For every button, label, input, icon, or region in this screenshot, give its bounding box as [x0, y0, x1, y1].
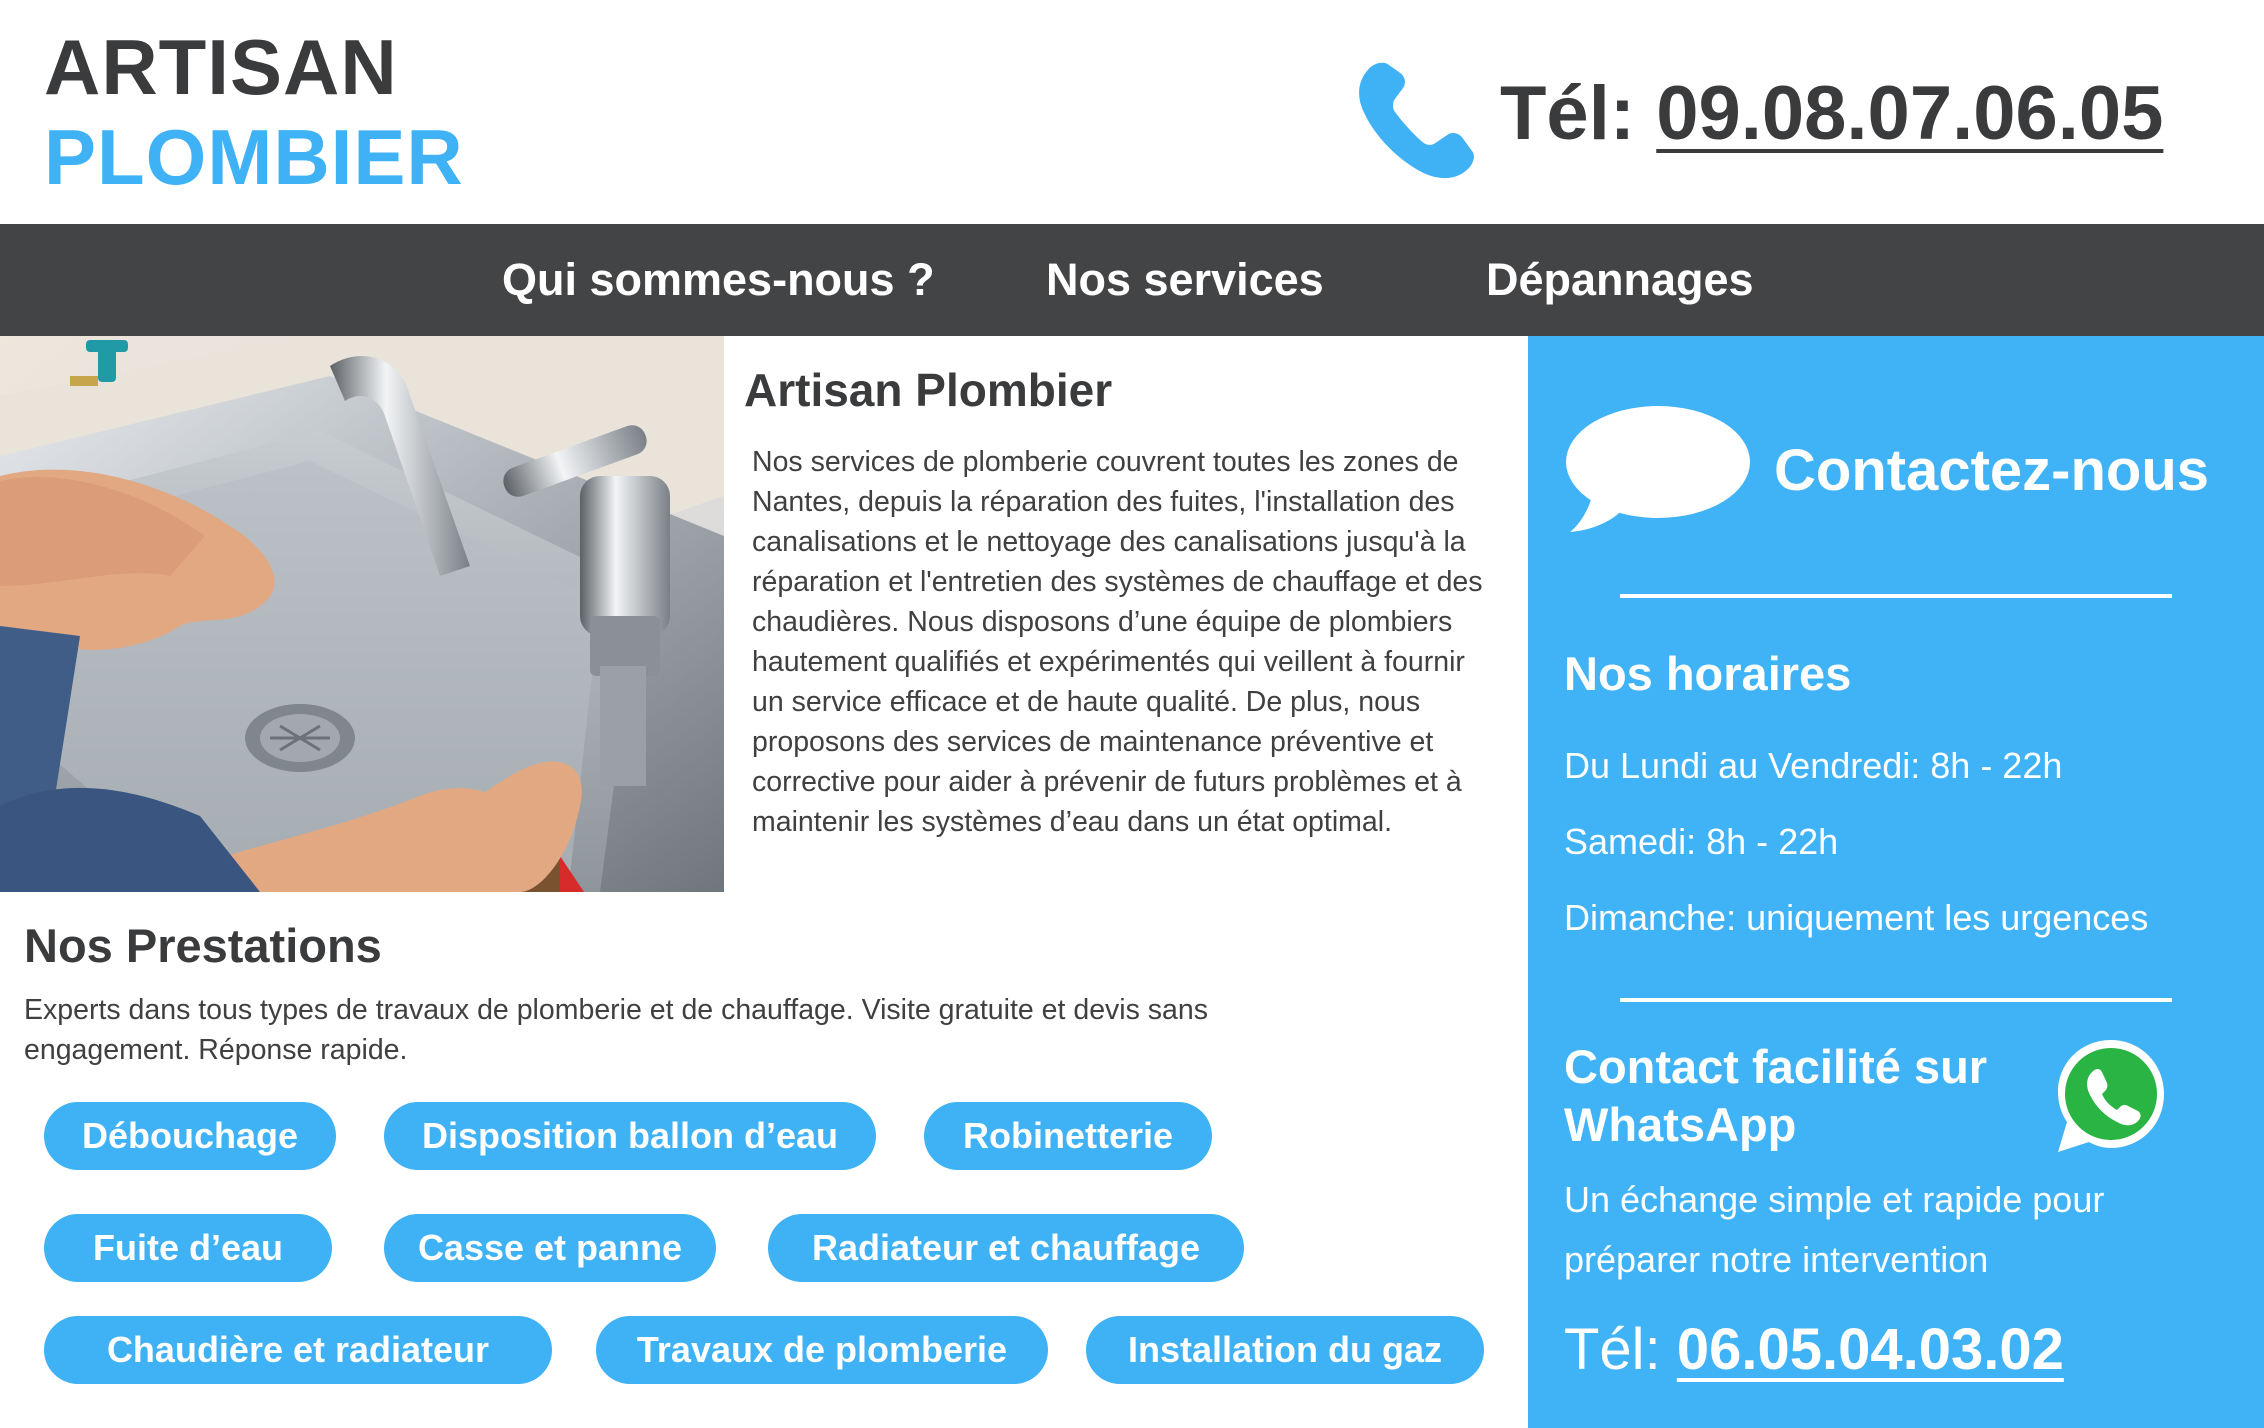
whatsapp-phone-link[interactable]: 06.05.04.03.02 [1677, 1317, 2064, 1382]
divider [1620, 594, 2172, 598]
whatsapp-icon[interactable] [2050, 1034, 2172, 1156]
header-phone-link[interactable]: 09.08.07.06.05 [1656, 71, 2163, 156]
intro-paragraph: Nos services de plomberie couvrent toute… [752, 446, 1483, 838]
intro-title: Artisan Plombier [744, 364, 1113, 416]
logo-text-plombier[interactable]: PLOMBIER [44, 112, 464, 202]
nav-item-qui-sommes-nous[interactable]: Qui sommes-nous ? [502, 224, 935, 336]
whatsapp-description: Un échange simple et rapide pour prépare… [1564, 1179, 2105, 1280]
tag-disposition-ballon[interactable]: Disposition ballon d’eau [384, 1102, 876, 1170]
tag-chaudiere-radiateur[interactable]: Chaudière et radiateur [44, 1316, 552, 1384]
whatsapp-phone: Tél: 06.05.04.03.02 [1564, 1314, 2064, 1386]
plumber-photo [0, 336, 724, 892]
logo-text-artisan[interactable]: ARTISAN [44, 22, 398, 112]
phone-icon [1359, 62, 1474, 179]
whatsapp-title: Contact facilité sur WhatsApp [1564, 1040, 1988, 1151]
header-phone: Tél: 09.08.07.06.05 [1500, 68, 2163, 160]
hours-saturday: Samedi: 8h - 22h [1564, 821, 1839, 862]
tag-debouchage[interactable]: Débouchage [44, 1102, 336, 1170]
contact-sidebar: Contactez-nous Nos horaires Du Lundi au … [1528, 336, 2264, 1428]
divider [1620, 998, 2172, 1002]
tag-installation-gaz[interactable]: Installation du gaz [1086, 1316, 1484, 1384]
contact-title: Contactez-nous [1774, 438, 2209, 503]
prestations-title: Nos Prestations [24, 919, 382, 972]
site-header: ARTISAN PLOMBIER Tél: 09.08.07.06.05 [0, 0, 2264, 224]
header-phone-label: Tél: [1500, 71, 1636, 156]
hours-sunday: Dimanche: uniquement les urgences [1564, 897, 2149, 938]
nav-item-nos-services[interactable]: Nos services [1046, 224, 1324, 336]
hours-weekdays: Du Lundi au Vendredi: 8h - 22h [1564, 745, 2063, 786]
main-nav: Qui sommes-nous ? Nos services Dépannage… [0, 224, 2264, 336]
tag-fuite-eau[interactable]: Fuite d’eau [44, 1214, 332, 1282]
speech-bubble-icon [1566, 406, 1750, 532]
tag-casse-panne[interactable]: Casse et panne [384, 1214, 716, 1282]
prestations-description: Experts dans tous types de travaux de pl… [24, 994, 1208, 1066]
tag-radiateur-chauffage[interactable]: Radiateur et chauffage [768, 1214, 1244, 1282]
tag-travaux-plomberie[interactable]: Travaux de plomberie [596, 1316, 1048, 1384]
nav-item-depannages[interactable]: Dépannages [1486, 224, 1754, 336]
whatsapp-phone-label: Tél: [1564, 1317, 1661, 1382]
hours-title: Nos horaires [1564, 647, 1852, 700]
tag-robinetterie[interactable]: Robinetterie [924, 1102, 1212, 1170]
